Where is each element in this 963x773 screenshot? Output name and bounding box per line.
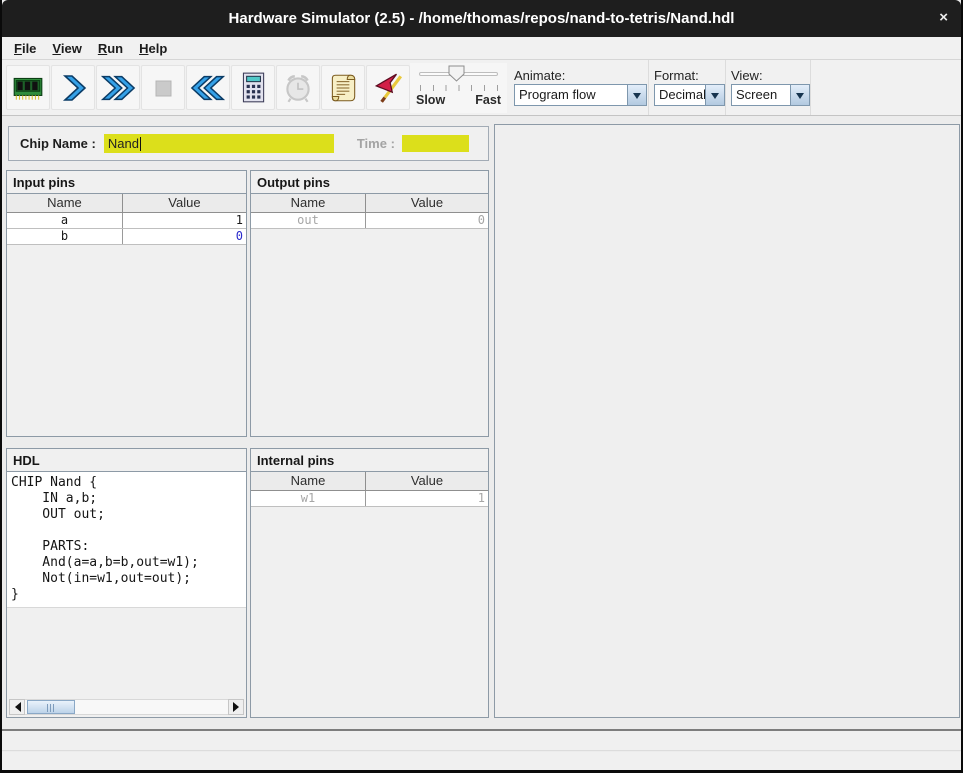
chevron-down-icon[interactable] (790, 85, 809, 105)
internal-pins-header: Name Value (251, 472, 488, 491)
view-script-button[interactable] (321, 65, 365, 110)
breakpoint-arrow-icon (371, 71, 405, 105)
view-group: View: Screen (726, 60, 811, 115)
scrollbar-thumb[interactable] (27, 700, 75, 714)
eval-button[interactable] (231, 65, 275, 110)
close-icon[interactable]: × (939, 10, 948, 26)
output-pins-header: Name Value (251, 194, 488, 213)
chip-name-input[interactable]: Nand (104, 134, 334, 153)
status-bar (2, 731, 961, 751)
rewind-icon (190, 72, 226, 104)
window-title: Hardware Simulator (2.5) - /home/thomas/… (2, 0, 961, 37)
view-label: View: (731, 68, 763, 83)
menu-bar: File View Run Help (2, 37, 961, 60)
view-value: Screen (732, 85, 790, 105)
pin-name: a (7, 213, 123, 228)
pin-name: b (7, 229, 123, 244)
format-label: Format: (654, 68, 699, 83)
clock-button (276, 65, 320, 110)
toolbar-buttons (6, 65, 410, 110)
single-step-icon (57, 72, 89, 104)
input-pins-header: Name Value (7, 194, 246, 213)
slider-fast-label: Fast (475, 93, 501, 107)
animate-group: Animate: Program flow (507, 60, 649, 115)
chip-name-label: Chip Name : (20, 136, 96, 151)
reset-button[interactable] (186, 65, 230, 110)
screen-view-panel (494, 124, 960, 718)
pin-value[interactable]: 1 (123, 213, 246, 228)
stop-square-icon (147, 72, 179, 104)
pin-value: 0 (366, 213, 488, 228)
calculator-icon (236, 71, 270, 105)
hdl-line: And(a=a,b=b,out=w1); (11, 555, 246, 571)
hdl-line: Not(in=w1,out=out); (11, 571, 246, 587)
internal-pins-title: Internal pins (251, 449, 488, 472)
format-group: Format: Decimal (649, 60, 726, 115)
output-pins-title: Output pins (251, 171, 488, 194)
table-row: a 1 (7, 213, 246, 229)
pin-name: out (251, 213, 366, 228)
text-caret (140, 137, 141, 151)
menu-help[interactable]: Help (131, 39, 175, 58)
time-label: Time : (357, 136, 395, 151)
table-row: w1 1 (251, 491, 488, 507)
slider-thumb-icon (448, 65, 466, 83)
run-button[interactable] (96, 65, 140, 110)
hdl-line (11, 523, 246, 539)
single-step-button[interactable] (51, 65, 95, 110)
horizontal-scrollbar[interactable] (9, 699, 244, 715)
chevron-down-icon[interactable] (627, 85, 646, 105)
memory-chip-icon (11, 71, 45, 105)
format-value: Decimal (655, 85, 705, 105)
speed-slider: Slow Fast (410, 63, 507, 113)
scrollbar-track[interactable] (25, 699, 228, 715)
pin-value[interactable]: 0 (123, 229, 246, 244)
input-pins-panel: Input pins Name Value a 1 b 0 (6, 170, 247, 437)
format-select[interactable]: Decimal (654, 84, 725, 106)
fast-forward-icon (100, 72, 136, 104)
triangle-right-icon (233, 702, 244, 712)
triangle-left-icon (10, 702, 21, 712)
stop-button (141, 65, 185, 110)
menu-view[interactable]: View (44, 39, 89, 58)
toolbar: Slow Fast Animate: Program flow Format: … (2, 60, 961, 116)
pin-value: 1 (366, 491, 488, 506)
load-chip-button[interactable] (6, 65, 50, 110)
clock-icon (281, 71, 315, 105)
hdl-title: HDL (7, 449, 246, 472)
input-pins-title: Input pins (7, 171, 246, 194)
window-body: Hardware Simulator (2.5) - /home/thomas/… (2, 0, 961, 770)
view-select[interactable]: Screen (731, 84, 810, 106)
hdl-line: PARTS: (11, 539, 246, 555)
hdl-line: } (11, 587, 246, 603)
output-pins-panel: Output pins Name Value out 0 (250, 170, 489, 437)
breakpoints-button[interactable] (366, 65, 410, 110)
message-bar (2, 752, 961, 770)
script-scroll-icon (326, 71, 360, 105)
table-row: out 0 (251, 213, 488, 229)
slider-ticks (420, 85, 498, 91)
scroll-right-button[interactable] (228, 699, 244, 715)
internal-pins-panel: Internal pins Name Value w1 1 (250, 448, 489, 718)
hdl-code-view[interactable]: CHIP Nand { IN a,b; OUT out; PARTS: And(… (7, 472, 246, 608)
scroll-left-button[interactable] (9, 699, 25, 715)
title-bar[interactable]: Hardware Simulator (2.5) - /home/thomas/… (2, 0, 961, 37)
table-row: b 0 (7, 229, 246, 245)
grip-icon (47, 704, 55, 712)
animate-select[interactable]: Program flow (514, 84, 647, 106)
animate-label: Animate: (514, 68, 565, 83)
slider-slow-label: Slow (416, 93, 445, 107)
hdl-panel: HDL CHIP Nand { IN a,b; OUT out; PARTS: … (6, 448, 247, 718)
chip-name-bar: Chip Name : Nand Time : (8, 126, 489, 161)
menu-file[interactable]: File (6, 39, 44, 58)
hdl-line: OUT out; (11, 507, 246, 523)
hdl-line: IN a,b; (11, 491, 246, 507)
pin-name: w1 (251, 491, 366, 506)
app-window: Hardware Simulator (2.5) - /home/thomas/… (0, 0, 963, 773)
menu-run[interactable]: Run (90, 39, 131, 58)
hdl-line: CHIP Nand { (11, 475, 246, 491)
time-field (402, 135, 469, 152)
animate-value: Program flow (515, 85, 627, 105)
chevron-down-icon[interactable] (705, 85, 724, 105)
